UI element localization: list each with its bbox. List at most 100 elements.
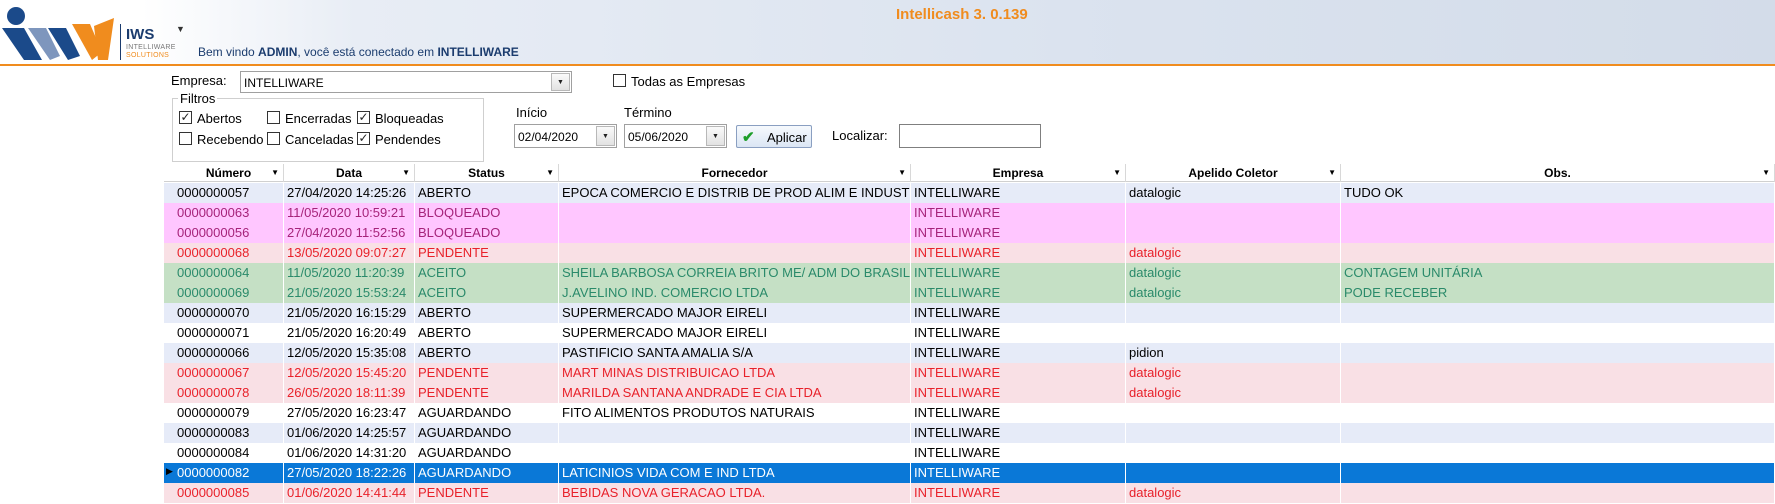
column-header-apelido-coletor[interactable]: Apelido Coletor ▼ xyxy=(1126,164,1341,182)
cell-empresa: INTELLIWARE xyxy=(911,363,1126,383)
cell-fornecedor: EPOCA COMERCIO E DISTRIB DE PROD ALIM E … xyxy=(559,183,911,203)
table-row[interactable]: 0000000078 26/05/2020 18:11:39 PENDENTE MAR… xyxy=(164,383,1775,403)
sort-arrow-icon[interactable]: ▼ xyxy=(1762,164,1770,182)
cell-obs xyxy=(1341,323,1775,343)
sort-arrow-icon[interactable]: ▼ xyxy=(1113,164,1121,182)
column-header-data[interactable]: Data ▼ xyxy=(284,164,415,182)
apply-button-label: Aplicar xyxy=(767,130,807,145)
cell-data: 01/06/2020 14:25:57 xyxy=(284,423,415,443)
column-header-empresa[interactable]: Empresa ▼ xyxy=(911,164,1126,182)
cell-empresa: INTELLIWARE xyxy=(911,203,1126,223)
cell-numero: 0000000071 xyxy=(174,323,284,343)
sort-arrow-icon[interactable]: ▼ xyxy=(546,164,554,182)
cell-apelido: datalogic xyxy=(1126,263,1341,283)
recebendo-label: Recebendo xyxy=(197,132,264,147)
table-row[interactable]: 0000000067 12/05/2020 15:45:20 PENDENTE MAR… xyxy=(164,363,1775,383)
encerradas-checkbox[interactable] xyxy=(267,111,280,124)
column-header-fornecedor[interactable]: Fornecedor ▼ xyxy=(559,164,911,182)
cell-numero: 0000000064 xyxy=(174,263,284,283)
sort-arrow-icon[interactable]: ▼ xyxy=(1328,164,1336,182)
cell-empresa: INTELLIWARE xyxy=(911,443,1126,463)
chevron-down-icon[interactable]: ▼ xyxy=(596,126,615,146)
column-header-label: Apelido Coletor xyxy=(1188,166,1278,180)
cell-numero: 0000000067 xyxy=(174,363,284,383)
column-header-status[interactable]: Status ▼ xyxy=(415,164,559,182)
cell-fornecedor: SUPERMERCADO MAJOR EIRELI xyxy=(559,303,911,323)
table-row[interactable]: 0000000070 21/05/2020 16:15:29 ABERTO SUPER… xyxy=(164,303,1775,323)
empresa-select[interactable]: INTELLIWARE ▼ xyxy=(240,71,572,93)
chevron-down-icon[interactable]: ▼ xyxy=(176,24,185,34)
cell-numero: 0000000056 xyxy=(174,223,284,243)
header-divider xyxy=(0,64,1775,66)
cell-numero: 0000000069 xyxy=(174,283,284,303)
column-header-obs[interactable]: Obs. ▼ xyxy=(1341,164,1775,182)
cell-obs xyxy=(1341,203,1775,223)
table-row[interactable]: 0000000084 01/06/2020 14:31:20 AGUARDANDO I… xyxy=(164,443,1775,463)
table-row[interactable]: 0000000064 11/05/2020 11:20:39 ACEITO SHEIL… xyxy=(164,263,1775,283)
cell-data: 26/05/2020 18:11:39 xyxy=(284,383,415,403)
column-header-numero[interactable]: Número ▼ xyxy=(174,164,284,182)
localizar-input[interactable] xyxy=(899,124,1041,148)
table-row[interactable]: 0000000069 21/05/2020 15:53:24 ACEITO J.AVE… xyxy=(164,283,1775,303)
apply-button[interactable]: ✔ Aplicar xyxy=(736,125,812,148)
abertos-checkbox[interactable]: ✓ xyxy=(179,111,192,124)
sort-arrow-icon[interactable]: ▼ xyxy=(402,164,410,182)
cell-fornecedor xyxy=(559,423,911,443)
cell-data: 11/05/2020 10:59:21 xyxy=(284,203,415,223)
column-header-label: Status xyxy=(468,166,505,180)
checkmark-icon: ✔ xyxy=(742,129,755,146)
bloqueadas-checkbox[interactable]: ✓ xyxy=(357,111,370,124)
inicio-date-picker[interactable]: 02/04/2020 ▼ xyxy=(514,124,617,148)
abertos-label: Abertos xyxy=(197,111,242,126)
column-header-label: Obs. xyxy=(1544,166,1571,180)
table-row[interactable]: 0000000085 01/06/2020 14:41:44 PENDENTE BEB… xyxy=(164,483,1775,503)
cell-numero: 0000000079 xyxy=(174,403,284,423)
cell-numero: 0000000082 xyxy=(174,463,284,483)
cell-empresa: INTELLIWARE xyxy=(911,423,1126,443)
cell-fornecedor: MARILDA SANTANA ANDRADE E CIA LTDA xyxy=(559,383,911,403)
table-row[interactable]: 0000000068 13/05/2020 09:07:27 PENDENTE INT… xyxy=(164,243,1775,263)
table-row[interactable]: 0000000057 27/04/2020 14:25:26 ABERTO EPOCA… xyxy=(164,183,1775,203)
recebendo-checkbox[interactable] xyxy=(179,132,192,145)
todas-empresas-checkbox[interactable] xyxy=(613,74,626,87)
cell-apelido xyxy=(1126,443,1341,463)
cell-data: 21/05/2020 16:15:29 xyxy=(284,303,415,323)
cell-obs xyxy=(1341,483,1775,503)
cell-data: 12/05/2020 15:35:08 xyxy=(284,343,415,363)
column-header-label: Data xyxy=(335,166,362,180)
column-header-label: Fornecedor xyxy=(701,166,768,180)
canceladas-checkbox[interactable] xyxy=(267,132,280,145)
cell-obs xyxy=(1341,383,1775,403)
table-row[interactable]: 0000000083 01/06/2020 14:25:57 AGUARDANDO I… xyxy=(164,423,1775,443)
cell-obs xyxy=(1341,363,1775,383)
cell-numero: 0000000078 xyxy=(174,383,284,403)
cell-data: 27/05/2020 18:22:26 xyxy=(284,463,415,483)
table-row[interactable]: 0000000082 27/05/2020 18:22:26 AGUARDANDO L… xyxy=(164,463,1775,483)
sort-arrow-icon[interactable]: ▼ xyxy=(271,164,279,182)
cell-apelido xyxy=(1126,423,1341,443)
table-row[interactable]: 0000000063 11/05/2020 10:59:21 BLOQUEADO IN… xyxy=(164,203,1775,223)
cell-apelido: datalogic xyxy=(1126,383,1341,403)
cell-apelido xyxy=(1126,323,1341,343)
chevron-down-icon[interactable]: ▼ xyxy=(551,73,570,91)
table-row[interactable]: 0000000056 27/04/2020 11:52:56 BLOQUEADO IN… xyxy=(164,223,1775,243)
pendendes-checkbox[interactable]: ✓ xyxy=(357,132,370,145)
termino-date-picker[interactable]: 05/06/2020 ▼ xyxy=(624,124,727,148)
cell-apelido: datalogic xyxy=(1126,283,1341,303)
table-row[interactable]: 0000000071 21/05/2020 16:20:49 ABERTO SUPER… xyxy=(164,323,1775,343)
cell-apelido: pidion xyxy=(1126,343,1341,363)
table-row[interactable]: 0000000066 12/05/2020 15:35:08 ABERTO PASTI… xyxy=(164,343,1775,363)
cell-empresa: INTELLIWARE xyxy=(911,343,1126,363)
chevron-down-icon[interactable]: ▼ xyxy=(706,126,725,146)
welcome-user: ADMIN xyxy=(258,45,298,59)
sort-arrow-icon[interactable]: ▼ xyxy=(898,164,906,182)
cell-fornecedor: J.AVELINO IND. COMERCIO LTDA xyxy=(559,283,911,303)
cell-status: ACEITO xyxy=(415,283,559,303)
table-row[interactable]: 0000000079 27/05/2020 16:23:47 AGUARDANDO F… xyxy=(164,403,1775,423)
cell-data: 12/05/2020 15:45:20 xyxy=(284,363,415,383)
welcome-prefix: Bem vindo xyxy=(198,45,259,59)
cell-apelido xyxy=(1126,303,1341,323)
cell-obs xyxy=(1341,403,1775,423)
cell-data: 13/05/2020 09:07:27 xyxy=(284,243,415,263)
cell-fornecedor xyxy=(559,203,911,223)
